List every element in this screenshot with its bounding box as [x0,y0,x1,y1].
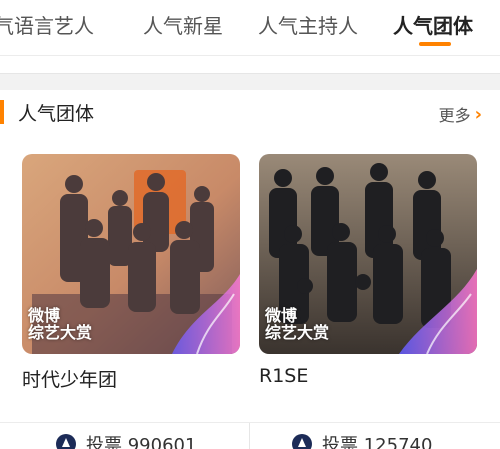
vote-button-tnt[interactable]: 投票 990601 [56,431,196,449]
group-name: 时代少年团 [22,369,118,391]
group-photo[interactable]: 微博 综艺大赏 [259,154,477,354]
more-label: 更多 [438,106,471,125]
more-link[interactable]: 更多 › [439,102,482,126]
category-tab-bar: 气语言艺人 人气新星 人气主持人 人气团体 [0,0,500,56]
vote-count: 投票 990601 [86,435,197,449]
weibo-variety-awards-logo: 微博 综艺大赏 [265,306,330,343]
group-name: R1SE [259,365,309,387]
vote-row: 投票 990601 投票 125740 [0,422,500,449]
vote-count: 投票 125740 [322,435,433,449]
tab-popular-group[interactable]: 人气团体 [393,10,473,39]
tab-popular-host[interactable]: 人气主持人 [258,10,358,39]
section-title: 人气团体 [18,103,95,125]
tab-popular-newcomer[interactable]: 人气新星 [143,10,223,39]
group-card-r1se[interactable]: 微博 综艺大赏 R1SE [259,154,477,387]
section-accent-bar [0,100,4,124]
popular-group-section: 人气团体 更多 › 微博 综艺大赏 时代少年团 微博 综艺大赏 R1SE 投票 … [0,90,500,449]
group-card-tnt[interactable]: 微博 综艺大赏 时代少年团 [22,154,240,391]
active-tab-indicator [419,42,451,46]
tab-language-artist[interactable]: 气语言艺人 [0,10,94,39]
section-separator [0,56,500,90]
divider [249,423,250,449]
weibo-variety-awards-logo: 微博 综艺大赏 [28,306,93,343]
vote-icon [56,434,76,449]
previous-section-bottom [0,56,500,74]
group-photo[interactable]: 微博 综艺大赏 [22,154,240,354]
vote-button-r1se[interactable]: 投票 125740 [292,431,432,449]
chevron-right-icon: › [474,103,482,125]
vote-icon [292,434,312,449]
